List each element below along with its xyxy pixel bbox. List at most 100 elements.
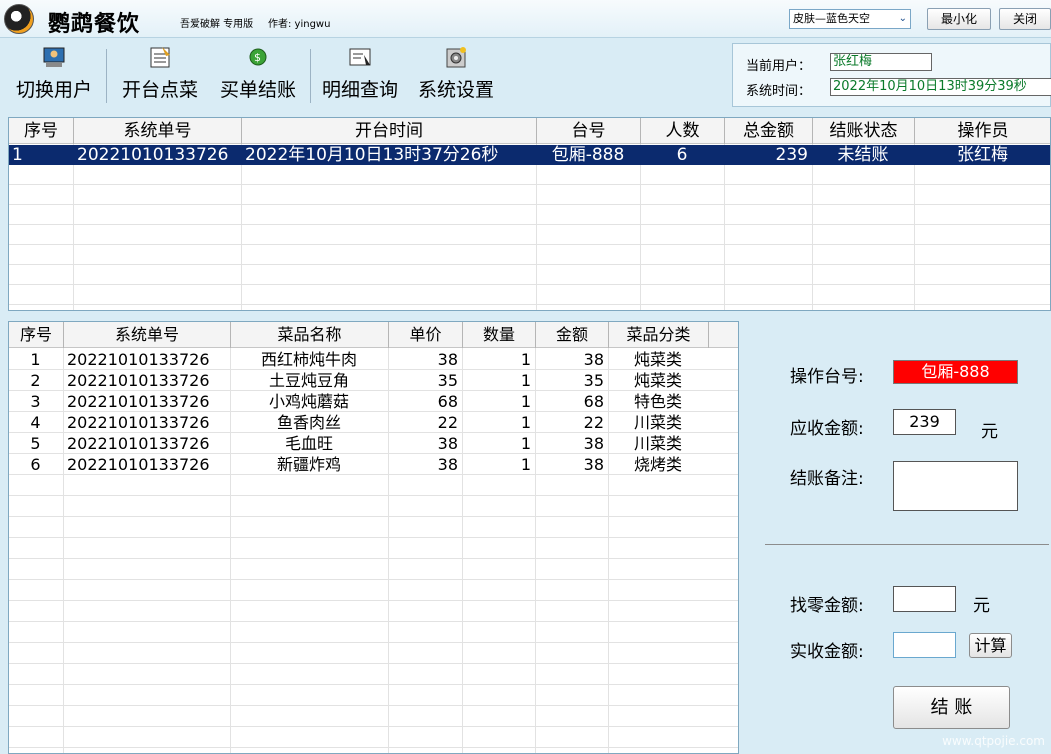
- divider: [765, 544, 1049, 545]
- app-title: 鹦鹉餐饮: [48, 11, 141, 37]
- items-cell: 20221010133726: [67, 350, 210, 369]
- orders-table[interactable]: 序号 系统单号 开台时间 台号 人数 总金额 结账状态 操作员 1 20221010133726 2…: [8, 117, 1051, 311]
- orders-col-header[interactable]: 操作员: [915, 118, 1050, 144]
- checkout-icon: $: [249, 48, 267, 66]
- items-col-header[interactable]: 数量: [463, 322, 536, 348]
- items-cell: 1: [30, 350, 41, 369]
- skin-select[interactable]: 皮肤—蓝色天空 ⌄: [789, 9, 911, 29]
- items-cell: 4: [30, 413, 41, 432]
- items-cell: 1: [520, 434, 531, 453]
- skin-select-value: 皮肤—蓝色天空: [793, 12, 870, 25]
- items-cell: 5: [30, 434, 41, 453]
- checkout-button[interactable]: 结 账: [893, 686, 1010, 729]
- items-cell: 38: [583, 350, 604, 369]
- amount-due-unit: 元: [981, 422, 998, 442]
- items-col-header[interactable]: 序号: [9, 322, 64, 348]
- change-amount-unit: 元: [973, 596, 990, 616]
- calculate-button[interactable]: 计算: [969, 633, 1012, 658]
- amount-due-label: 应收金额:: [790, 419, 864, 439]
- orders-col-header[interactable]: 结账状态: [813, 118, 915, 144]
- items-cell: 川菜类: [633, 413, 682, 432]
- items-cell: 新疆炸鸡: [276, 455, 341, 474]
- detail-query-button[interactable]: 明细查询: [314, 39, 406, 109]
- orders-cell: 1: [12, 145, 23, 165]
- items-cell: 炖菜类: [633, 350, 682, 369]
- title-bar: 鹦鹉餐饮 吾爱破解 专用版 作者: yingwu 皮肤—蓝色天空 ⌄ 最小化 关…: [0, 0, 1051, 38]
- items-cell: 毛血旺: [284, 434, 333, 453]
- items-cell: 20221010133726: [67, 392, 210, 411]
- items-row[interactable]: 5 20221010133726 毛血旺 38 1 38 川菜类: [9, 433, 738, 454]
- orders-col-header[interactable]: 人数: [641, 118, 725, 144]
- items-cell: 6: [30, 455, 41, 474]
- items-cell: 20221010133726: [67, 434, 210, 453]
- items-cell: 西红柿炖牛肉: [260, 350, 357, 369]
- close-button[interactable]: 关闭: [999, 8, 1051, 30]
- amount-due-field: 239: [893, 409, 956, 435]
- items-cell: 烧烤类: [633, 455, 682, 474]
- items-header: 序号 系统单号 菜品名称 单价 数量 金额 菜品分类: [9, 322, 738, 348]
- items-cell: 特色类: [633, 392, 682, 411]
- detail-query-label: 明细查询: [321, 79, 398, 101]
- items-cell: 35: [437, 371, 458, 390]
- open-table-button[interactable]: 开台点菜: [112, 39, 208, 109]
- system-time-field: 2022年10月10日13时39分39秒: [830, 78, 1051, 96]
- orders-col-header[interactable]: 系统单号: [74, 118, 242, 144]
- svg-text:$: $: [254, 51, 261, 64]
- items-row[interactable]: 2 20221010133726 土豆炖豆角 35 1 35 炖菜类: [9, 370, 738, 391]
- items-cell: 38: [583, 434, 604, 453]
- minimize-button[interactable]: 最小化: [927, 8, 991, 30]
- current-user-field: 张红梅: [830, 53, 932, 71]
- query-icon: [349, 48, 371, 66]
- orders-cell: 20221010133726: [77, 145, 229, 165]
- items-col-header[interactable]: 单价: [389, 322, 463, 348]
- orders-col-header[interactable]: 开台时间: [242, 118, 537, 144]
- system-time-label: 系统时间：: [746, 84, 812, 99]
- items-row[interactable]: 6 20221010133726 新疆炸鸡 38 1 38 烧烤类: [9, 454, 738, 475]
- orders-cell: 未结账: [837, 145, 889, 165]
- items-cell: 2: [30, 371, 41, 390]
- orders-col-header[interactable]: 台号: [537, 118, 641, 144]
- orders-cell: 张红梅: [957, 145, 1008, 165]
- items-row[interactable]: 1 20221010133726 西红柿炖牛肉 38 1 38 炖菜类: [9, 349, 738, 370]
- checkout-toolbar-label: 买单结账: [219, 79, 296, 101]
- orders-cell: 6: [676, 145, 688, 165]
- switch-user-button[interactable]: 切换用户: [6, 39, 102, 109]
- parrot-logo-icon: [4, 4, 34, 34]
- checkout-note-input[interactable]: [893, 461, 1018, 511]
- orders-col-header[interactable]: 总金额: [725, 118, 813, 144]
- orders-col-header[interactable]: 序号: [9, 118, 74, 144]
- open-table-label: 开台点菜: [121, 79, 198, 101]
- items-cell: 22: [437, 413, 458, 432]
- checkout-toolbar-button[interactable]: $ 买单结账: [210, 39, 306, 109]
- orders-header: 序号 系统单号 开台时间 台号 人数 总金额 结账状态 操作员: [9, 118, 1050, 144]
- items-row[interactable]: 4 20221010133726 鱼香肉丝 22 1 22 川菜类: [9, 412, 738, 433]
- chevron-down-icon: ⌄: [898, 13, 907, 24]
- items-col-header[interactable]: 系统单号: [64, 322, 231, 348]
- items-col-header[interactable]: 菜品分类: [609, 322, 709, 348]
- items-cell: 35: [583, 371, 604, 390]
- switch-user-icon: [43, 47, 65, 67]
- system-settings-button[interactable]: 系统设置: [408, 39, 504, 109]
- orders-cell: 2022年10月10日13时37分26秒: [245, 145, 499, 165]
- edition-label: 吾爱破解 专用版: [180, 19, 254, 30]
- watermark: www.qtpojie.com: [942, 734, 1045, 748]
- toolbar: 切换用户 开台点菜 $ 买单结账 明细查询 系统设置: [0, 39, 730, 111]
- items-cell: 20221010133726: [67, 371, 210, 390]
- orders-cell: 包厢-888: [551, 145, 625, 165]
- items-cell: 1: [520, 392, 531, 411]
- items-row[interactable]: 3 20221010133726 小鸡炖蘑菇 68 1 68 特色类: [9, 391, 738, 412]
- items-cell: 炖菜类: [633, 371, 682, 390]
- items-cell: 68: [583, 392, 604, 411]
- items-col-header[interactable]: 菜品名称: [231, 322, 389, 348]
- items-cell: 22: [583, 413, 604, 432]
- items-col-header[interactable]: 金额: [536, 322, 609, 348]
- author-label: 作者: yingwu: [268, 19, 331, 30]
- orders-row[interactable]: 1 20221010133726 2022年10月10日13时37分26秒 包厢-88…: [9, 145, 1050, 165]
- checkout-note-label: 结账备注:: [790, 469, 864, 489]
- paid-amount-input[interactable]: [893, 632, 956, 658]
- items-cell: 1: [520, 350, 531, 369]
- items-cell: 20221010133726: [67, 413, 210, 432]
- order-items-table[interactable]: 序号 系统单号 菜品名称 单价 数量 金额 菜品分类 1 20221010133726 西红柿炖牛…: [8, 321, 739, 754]
- items-cell: 1: [520, 371, 531, 390]
- paid-amount-label: 实收金额:: [790, 642, 864, 662]
